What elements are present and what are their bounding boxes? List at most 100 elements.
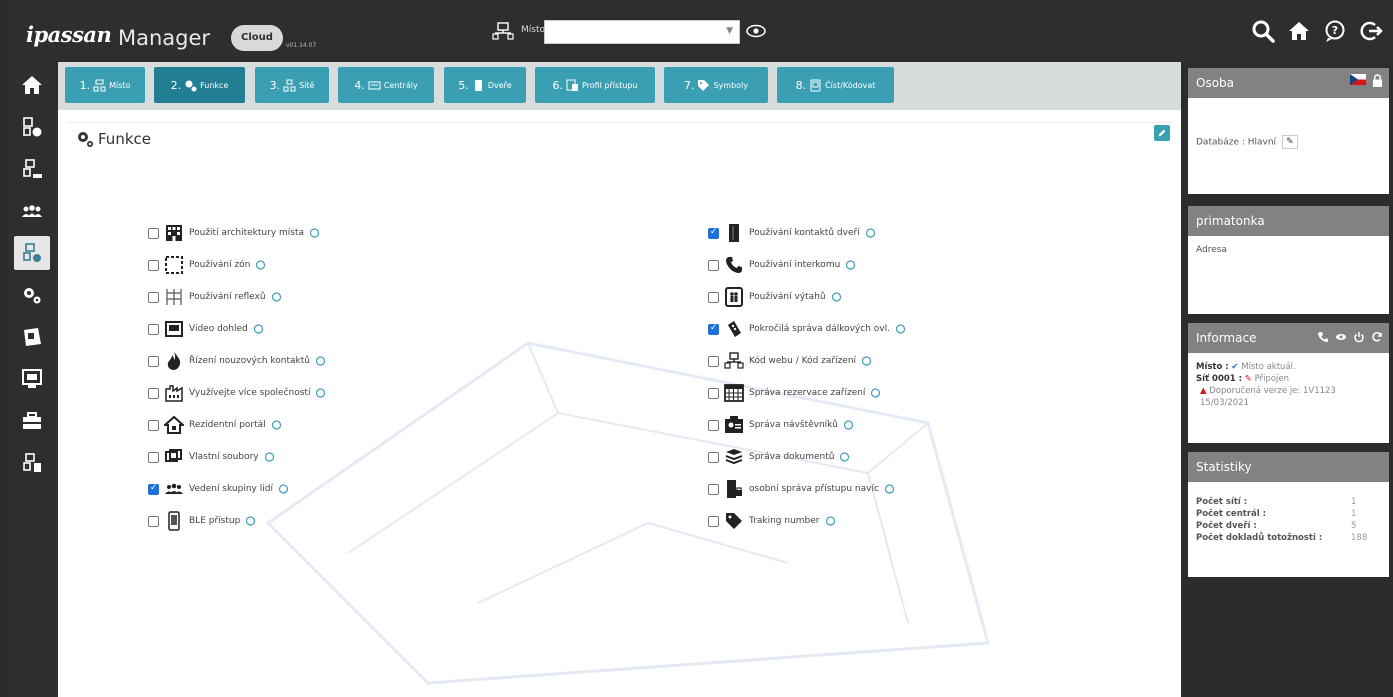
sidebar-site-add[interactable]: [14, 110, 50, 144]
site-code-icon: [724, 352, 744, 369]
feature-label: Správa rezervace zařízení: [749, 388, 866, 398]
checkmark-icon: ✔: [1231, 362, 1239, 372]
sidebar-home[interactable]: [14, 68, 50, 102]
wizard-tabs: 1. Místo 2. Funkce 3. Sítě 4. Centrály 5…: [58, 62, 1181, 110]
tab-number: 2.: [170, 78, 182, 92]
info-icon[interactable]: [861, 355, 872, 367]
feature-label: Správa dokumentů: [749, 452, 835, 462]
tab-number: 3.: [269, 78, 281, 92]
info-icon[interactable]: [843, 419, 854, 431]
help-icon[interactable]: ?: [1323, 19, 1347, 43]
info-icon[interactable]: [278, 483, 289, 495]
checkbox[interactable]: [708, 387, 719, 399]
tag-icon: [698, 79, 710, 91]
info-icon[interactable]: [884, 483, 895, 495]
tab-site[interactable]: 3. Sítě: [255, 67, 329, 103]
sidebar-toolbox[interactable]: [14, 404, 50, 438]
feature-visitors: Správa návštěvníků: [708, 412, 854, 438]
tab-cist-kodovat[interactable]: 8. Číst/Kódovat: [777, 67, 894, 103]
info-icon[interactable]: [253, 323, 264, 335]
info-icon[interactable]: [245, 515, 256, 527]
info-icon[interactable]: [845, 259, 856, 271]
info-icon[interactable]: [831, 291, 842, 303]
eye-icon[interactable]: [746, 23, 766, 39]
place-label: Místo: [521, 25, 545, 35]
checkbox[interactable]: [148, 323, 159, 335]
phone-icon: [168, 511, 180, 531]
tab-funkce[interactable]: 2. Funkce: [154, 67, 245, 103]
checkbox[interactable]: [148, 515, 159, 527]
info-icon[interactable]: [315, 355, 326, 367]
checkbox[interactable]: [148, 259, 159, 271]
checkbox-checked[interactable]: [148, 483, 159, 495]
elevator-icon: [725, 287, 743, 307]
checkbox[interactable]: [148, 451, 159, 463]
checkbox-checked[interactable]: [708, 323, 719, 335]
sidebar-site-config[interactable]: [14, 236, 50, 270]
phone-call-icon[interactable]: [1317, 331, 1329, 343]
sidebar-site-report[interactable]: [14, 446, 50, 480]
tab-label: Profil přístupu: [581, 80, 638, 90]
checkbox[interactable]: [708, 483, 719, 495]
eye-icon[interactable]: [1335, 331, 1347, 343]
top-bar: ipassan Manager Cloud v01.14.07 Místo ▼ …: [6, 0, 1393, 62]
statistiky-box: Statistiky Počet sítí : 1 Počet centrál …: [1188, 452, 1389, 577]
checkbox[interactable]: [148, 227, 159, 239]
tab-centraly[interactable]: 4. Centrály: [338, 67, 434, 103]
statistiky-title: Statistiky: [1196, 460, 1252, 474]
checkbox[interactable]: [708, 291, 719, 303]
logout-icon[interactable]: [1359, 19, 1383, 43]
checkbox[interactable]: [708, 419, 719, 431]
edit-button[interactable]: [1154, 125, 1170, 141]
search-icon[interactable]: [1251, 19, 1275, 43]
reflex-icon: [166, 289, 182, 305]
info-icon[interactable]: [309, 227, 320, 239]
home-icon[interactable]: [1287, 19, 1311, 43]
lock-icon[interactable]: [1372, 74, 1383, 87]
place-select[interactable]: ▼: [544, 20, 740, 44]
info-icon[interactable]: [870, 387, 881, 399]
refresh-icon[interactable]: [1371, 331, 1383, 343]
checkbox[interactable]: [708, 515, 719, 527]
person-access-icon: [727, 480, 742, 498]
sidebar-cards[interactable]: [14, 320, 50, 354]
tab-profil-pristupu[interactable]: 6. Profil přístupu: [535, 67, 655, 103]
tab-symboly[interactable]: 7. Symboly: [664, 67, 768, 103]
info-icon[interactable]: [271, 291, 282, 303]
calendar-icon: [724, 384, 744, 402]
sidebar-users[interactable]: [14, 194, 50, 228]
checkbox[interactable]: [148, 387, 159, 399]
tab-misto[interactable]: 1. Místo: [65, 67, 145, 103]
flag-cz-icon[interactable]: [1350, 74, 1366, 85]
tab-dvere[interactable]: 5. Dveře: [444, 67, 526, 103]
video-icon: [165, 321, 183, 337]
sidebar-settings[interactable]: [14, 278, 50, 312]
info-icon[interactable]: [825, 515, 836, 527]
checkbox[interactable]: [148, 355, 159, 367]
sidebar-site-list[interactable]: [14, 152, 50, 186]
feature-label: Používání reflexů: [189, 292, 266, 302]
checkbox[interactable]: [148, 419, 159, 431]
checkbox[interactable]: [708, 259, 719, 271]
tab-label: Centrály: [383, 80, 418, 90]
feature-label: Řízení nouzových kontaktů: [189, 356, 310, 366]
info-icon[interactable]: [255, 259, 266, 271]
stat-label: Počet dokladů totožnosti :: [1196, 533, 1323, 543]
info-icon[interactable]: [839, 451, 850, 463]
statistiky-body: Počet sítí : 1 Počet centrál : 1 Počet d…: [1188, 482, 1389, 552]
info-icon[interactable]: [264, 451, 275, 463]
info-icon[interactable]: [895, 323, 906, 335]
reader-icon: [810, 79, 821, 91]
checkbox[interactable]: [708, 355, 719, 367]
pencil-icon[interactable]: ✎: [1281, 135, 1298, 149]
feature-ble: BLE přístup: [148, 508, 256, 534]
checkbox[interactable]: [148, 291, 159, 303]
info-icon[interactable]: [315, 387, 326, 399]
checkbox-checked[interactable]: [708, 227, 719, 239]
power-icon[interactable]: [1353, 331, 1365, 343]
sidebar-monitor[interactable]: [14, 362, 50, 396]
info-icon[interactable]: [865, 227, 876, 239]
checkbox[interactable]: [708, 451, 719, 463]
info-icon[interactable]: [271, 419, 282, 431]
pen-icon: ✎: [1244, 374, 1252, 384]
